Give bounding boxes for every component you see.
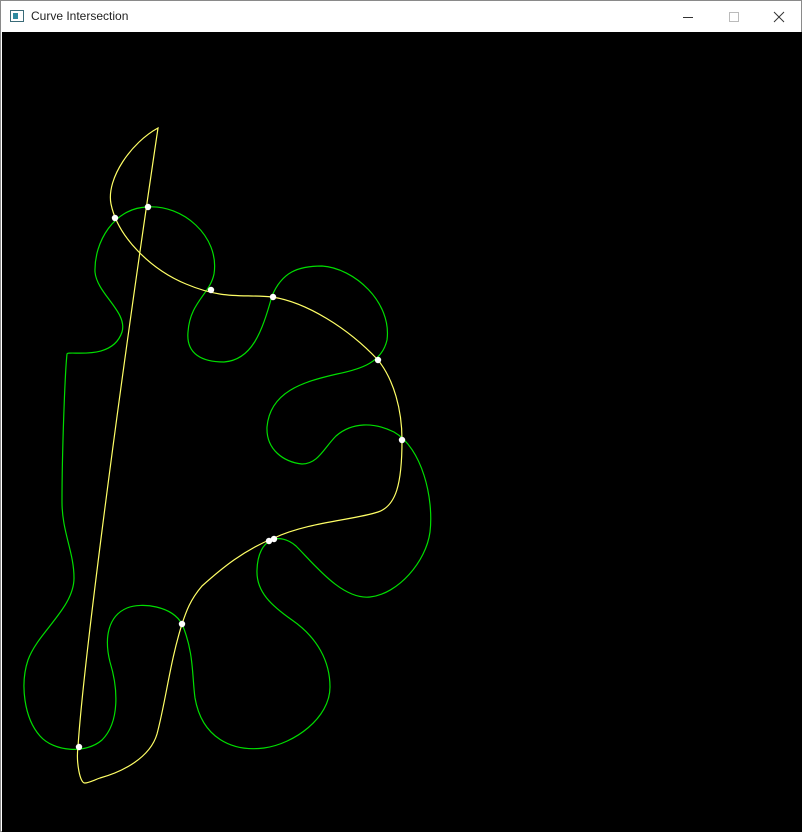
intersection-point[interactable] xyxy=(374,356,382,364)
curves-svg xyxy=(23,126,432,784)
close-icon xyxy=(773,11,785,22)
intersection-point[interactable] xyxy=(111,214,119,222)
intersection-point[interactable] xyxy=(144,203,152,211)
intersection-point[interactable] xyxy=(207,286,215,294)
intersection-point[interactable] xyxy=(178,620,186,628)
window-app-icon xyxy=(10,10,24,22)
close-button[interactable] xyxy=(756,1,802,32)
drawing-canvas[interactable] xyxy=(2,32,802,832)
intersection-point[interactable] xyxy=(398,436,406,444)
maximize-button[interactable] xyxy=(711,1,757,32)
yellow-curve xyxy=(76,126,403,784)
intersection-point[interactable] xyxy=(270,535,278,543)
minimize-button[interactable] xyxy=(665,1,711,32)
intersection-points xyxy=(75,203,406,751)
window-title: Curve Intersection xyxy=(31,9,129,23)
maximize-icon xyxy=(729,11,739,22)
minimize-icon xyxy=(683,16,693,18)
title-bar[interactable]: Curve Intersection xyxy=(1,1,801,32)
intersection-point[interactable] xyxy=(75,743,83,751)
intersection-point[interactable] xyxy=(269,293,277,301)
app-window: Curve Intersection xyxy=(0,0,802,832)
